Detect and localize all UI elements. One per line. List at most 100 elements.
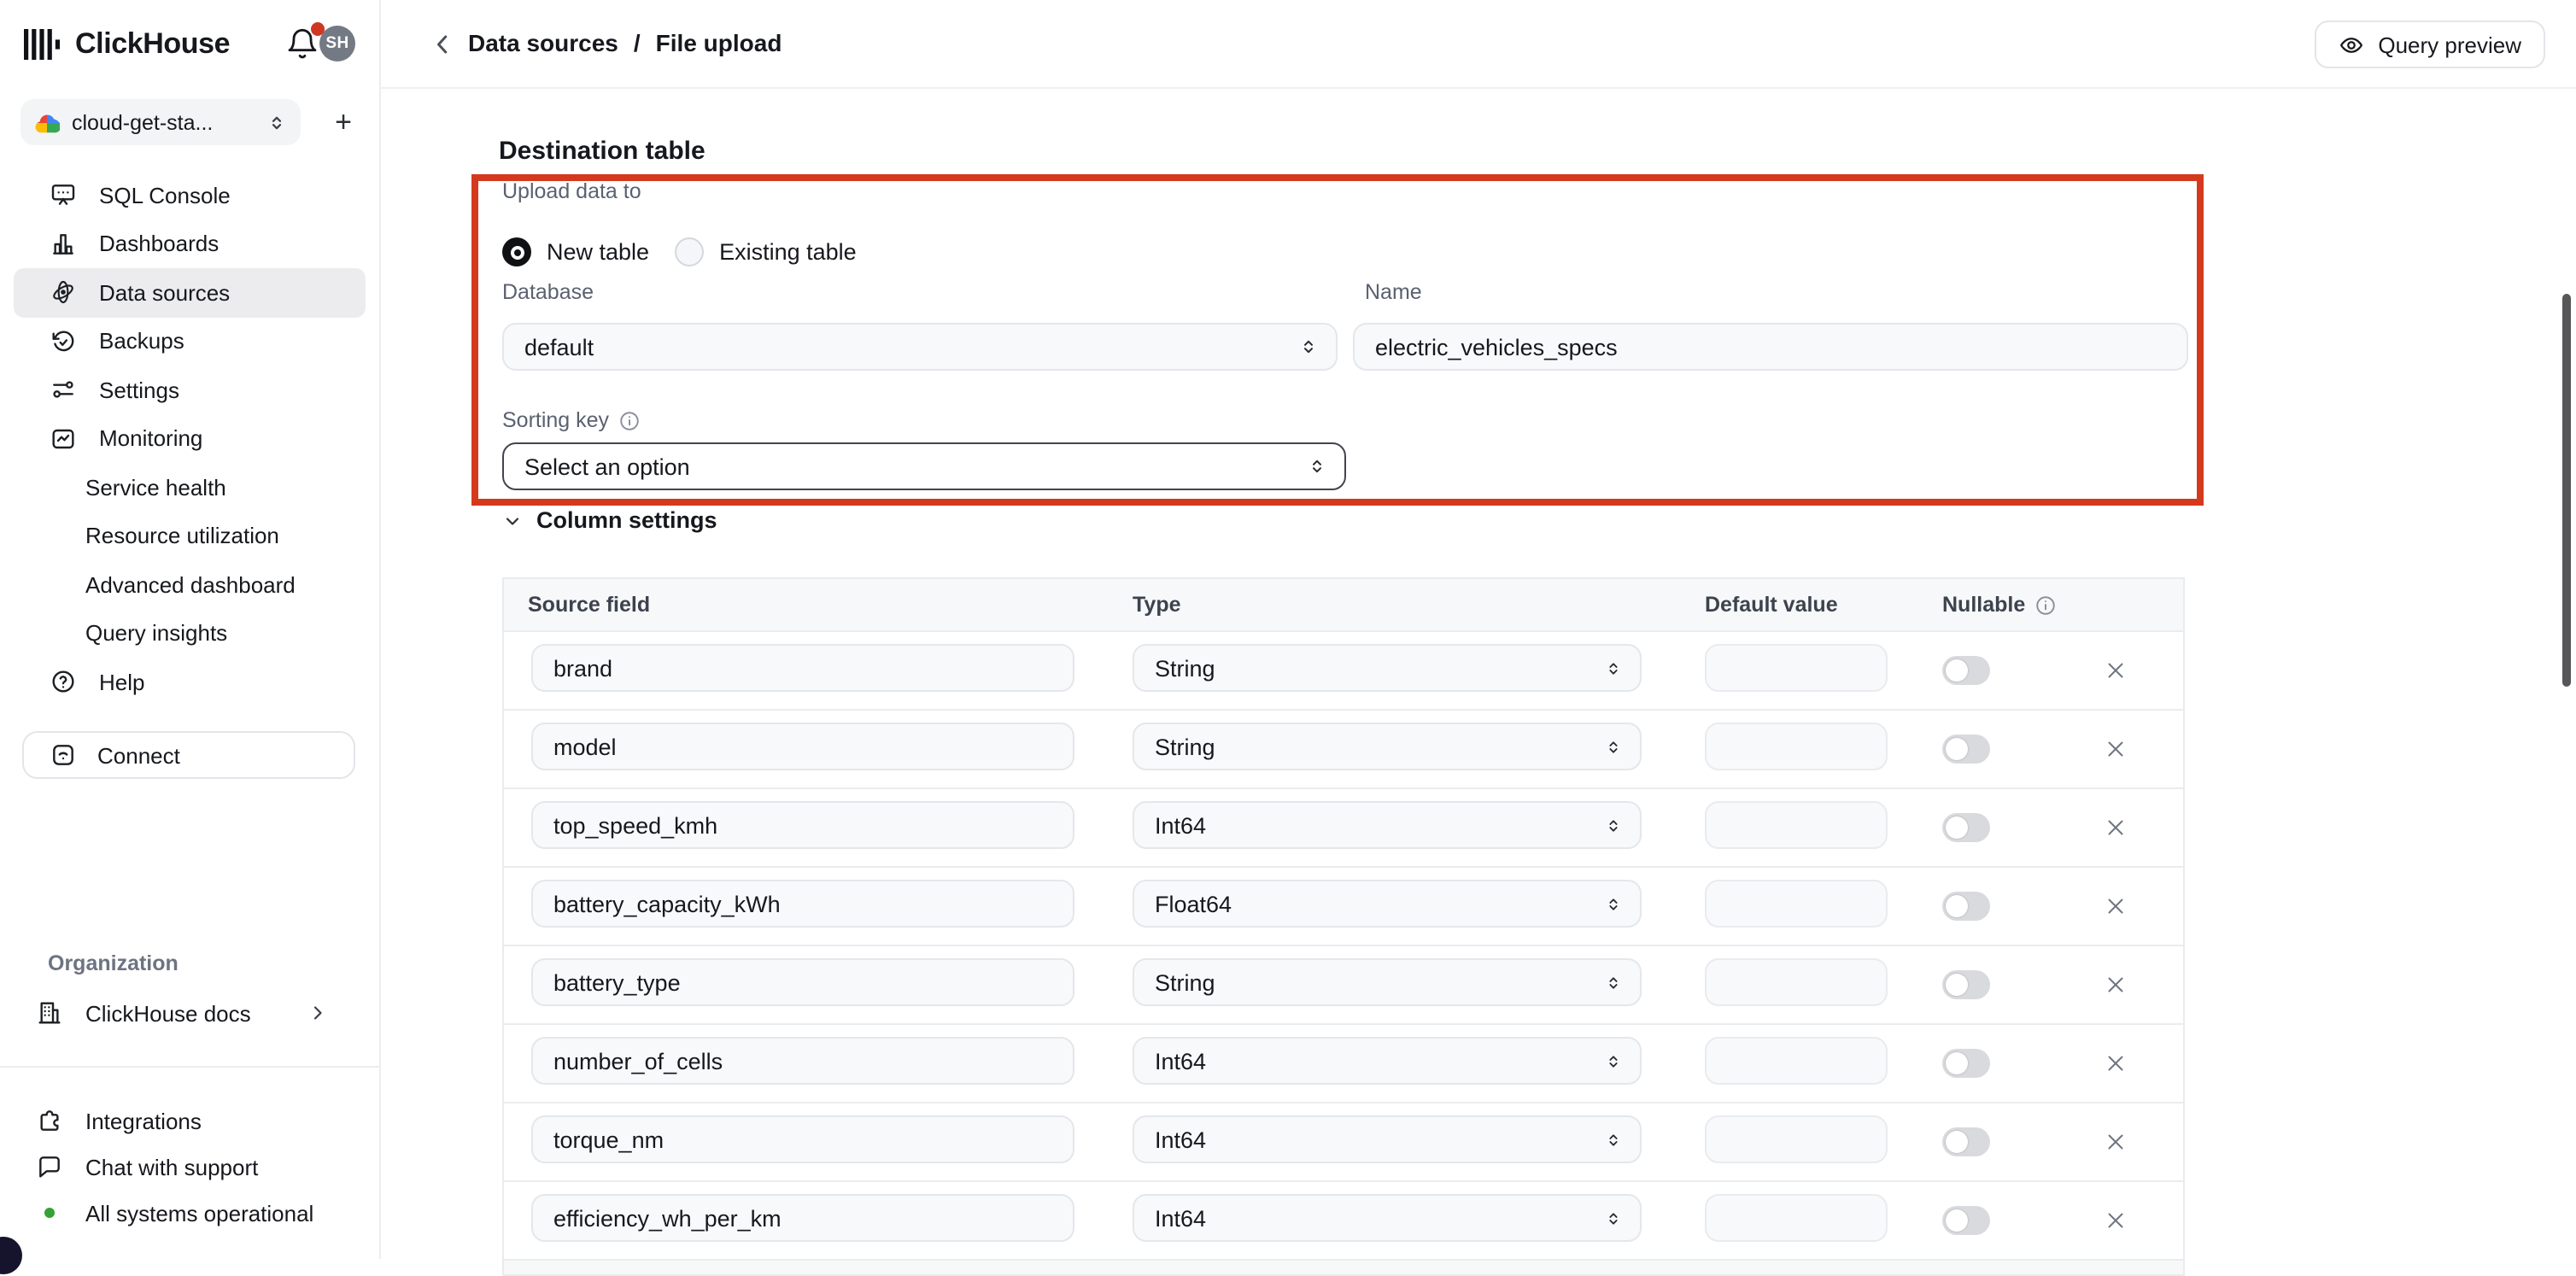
remove-column-icon[interactable] <box>2103 1129 2128 1155</box>
table-name-input[interactable] <box>1353 323 2188 371</box>
sidebar-item-integrations[interactable]: Integrations <box>14 1097 366 1144</box>
header-nullable: Nullable <box>1942 593 2056 617</box>
sidebar-item-clickhouse-docs[interactable]: ClickHouse docs <box>14 989 366 1037</box>
query-preview-button[interactable]: Query preview <box>2315 20 2545 68</box>
radio-unselected-icon[interactable] <box>675 237 704 266</box>
header-default-value: Default value <box>1705 593 1838 617</box>
default-value-input[interactable] <box>1705 1037 1888 1085</box>
chevron-updown-icon <box>1604 658 1623 677</box>
source-field-input[interactable] <box>531 1194 1074 1242</box>
sidebar-item-data-sources[interactable]: Data sources <box>14 268 366 317</box>
add-service-button[interactable]: + <box>321 99 366 145</box>
default-value-input[interactable] <box>1705 1194 1888 1242</box>
sidebar-item-monitoring[interactable]: Monitoring <box>14 414 366 463</box>
top-header: Data sources / File upload Query preview <box>379 0 2576 89</box>
back-chevron-icon[interactable] <box>427 29 458 60</box>
remove-column-icon[interactable] <box>2103 893 2128 919</box>
table-row: String <box>504 709 2183 787</box>
remove-column-icon[interactable] <box>2103 1208 2128 1233</box>
type-select[interactable]: Float64 <box>1133 880 1642 928</box>
nullable-toggle[interactable] <box>1942 970 1990 999</box>
chevron-updown-icon <box>1307 456 1327 477</box>
dashboards-icon <box>50 231 77 258</box>
type-select[interactable]: Int64 <box>1133 1037 1642 1085</box>
notifications-bell-icon[interactable] <box>285 27 319 61</box>
sidebar-item-service-health[interactable]: Service health <box>14 463 366 512</box>
default-value-input[interactable] <box>1705 644 1888 692</box>
source-field-input[interactable] <box>531 958 1074 1006</box>
sidebar-item-dashboards[interactable]: Dashboards <box>14 219 366 268</box>
sidebar-item-backups[interactable]: Backups <box>14 317 366 366</box>
radio-existing-table[interactable]: Existing table <box>675 237 857 266</box>
nullable-toggle[interactable] <box>1942 813 1990 842</box>
source-field-input[interactable] <box>531 644 1074 692</box>
sorting-key-label: Sorting key <box>502 408 640 432</box>
sorting-key-select[interactable]: Select an option <box>502 442 1346 490</box>
sidebar-item-sql-console[interactable]: SQL Console <box>14 171 366 219</box>
default-value-input[interactable] <box>1705 880 1888 928</box>
database-label: Database <box>502 280 594 304</box>
default-value-input[interactable] <box>1705 801 1888 849</box>
radio-selected-icon[interactable] <box>502 237 531 266</box>
source-field-input[interactable] <box>531 880 1074 928</box>
connect-button[interactable]: Connect <box>22 731 355 779</box>
main-content: Destination table Upload data to New tab… <box>379 89 2576 1259</box>
nullable-toggle[interactable] <box>1942 892 1990 921</box>
nullable-toggle[interactable] <box>1942 1049 1990 1078</box>
sql-console-icon <box>50 182 77 209</box>
type-select[interactable]: Int64 <box>1133 1115 1642 1163</box>
sidebar-item-chat-support[interactable]: Chat with support <box>14 1143 366 1191</box>
breadcrumb-data-sources[interactable]: Data sources <box>468 29 618 56</box>
default-value-input[interactable] <box>1705 1115 1888 1163</box>
column-settings-toggle[interactable]: Column settings <box>502 507 717 533</box>
chevron-updown-icon <box>1604 816 1623 834</box>
type-select[interactable]: String <box>1133 644 1642 692</box>
remove-column-icon[interactable] <box>2103 815 2128 840</box>
type-select[interactable]: Int64 <box>1133 801 1642 849</box>
table-row: String <box>504 630 2183 709</box>
remove-column-icon[interactable] <box>2103 658 2128 683</box>
database-select[interactable]: default <box>502 323 1338 371</box>
help-icon <box>50 669 77 696</box>
type-select[interactable]: Int64 <box>1133 1194 1642 1242</box>
header-type: Type <box>1133 593 1181 617</box>
chevron-right-icon <box>307 1003 328 1023</box>
sidebar-item-advanced-dashboard[interactable]: Advanced dashboard <box>14 560 366 609</box>
sidebar-item-settings[interactable]: Settings <box>14 366 366 414</box>
header-source-field: Source field <box>528 593 650 617</box>
source-field-input[interactable] <box>531 1037 1074 1085</box>
sidebar-item-system-status[interactable]: All systems operational <box>14 1189 366 1237</box>
remove-column-icon[interactable] <box>2103 736 2128 762</box>
logo-row: ClickHouse SH <box>24 22 359 67</box>
source-field-input[interactable] <box>531 801 1074 849</box>
source-field-input[interactable] <box>531 1115 1074 1163</box>
table-header: Source field Type Default value Nullable <box>504 579 2183 630</box>
chevron-updown-icon <box>1604 894 1623 913</box>
avatar[interactable]: SH <box>319 26 355 61</box>
sidebar-item-help[interactable]: Help <box>14 658 366 706</box>
radio-new-table[interactable]: New table <box>502 237 649 266</box>
sidebar-item-resource-utilization[interactable]: Resource utilization <box>14 512 366 560</box>
breadcrumb-file-upload[interactable]: File upload <box>656 29 782 56</box>
nullable-toggle[interactable] <box>1942 1206 1990 1235</box>
default-value-input[interactable] <box>1705 958 1888 1006</box>
remove-column-icon[interactable] <box>2103 972 2128 998</box>
connect-icon <box>50 741 77 769</box>
default-value-input[interactable] <box>1705 723 1888 770</box>
type-select[interactable]: String <box>1133 958 1642 1006</box>
sidebar-divider <box>0 1066 379 1068</box>
nullable-toggle[interactable] <box>1942 1127 1990 1156</box>
nullable-toggle[interactable] <box>1942 735 1990 764</box>
table-row: String <box>504 945 2183 1023</box>
data-sources-icon <box>50 279 77 307</box>
table-body: String String <box>504 630 2183 1259</box>
service-selector[interactable]: cloud-get-sta... <box>20 99 301 145</box>
remove-column-icon[interactable] <box>2103 1051 2128 1076</box>
gcp-cloud-icon <box>34 112 60 132</box>
nullable-toggle[interactable] <box>1942 656 1990 685</box>
vertical-scrollbar-thumb[interactable] <box>2562 294 2571 687</box>
source-field-input[interactable] <box>531 723 1074 770</box>
sidebar-item-query-insights[interactable]: Query insights <box>14 609 366 658</box>
type-select[interactable]: String <box>1133 723 1642 770</box>
chevron-updown-icon <box>1604 1130 1623 1149</box>
